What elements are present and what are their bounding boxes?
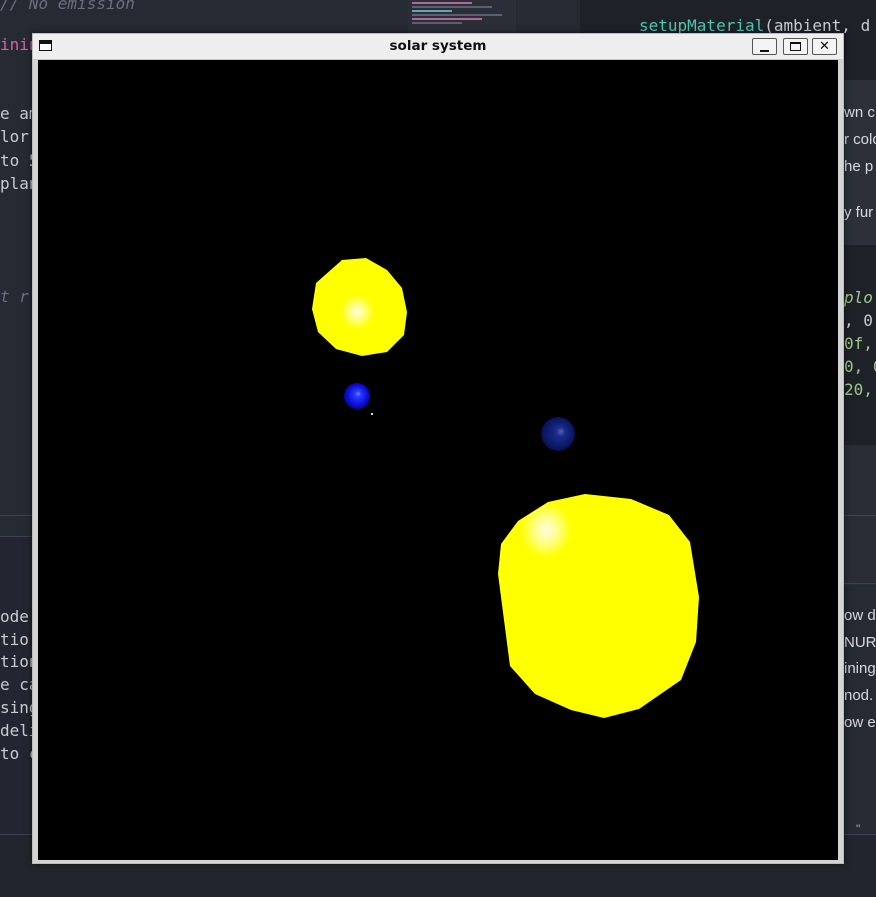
star-point: [371, 413, 373, 415]
opengl-canvas[interactable]: [38, 60, 838, 860]
code-line: plo: [844, 288, 873, 307]
close-button[interactable]: ✕: [812, 38, 837, 55]
doc-line: he p: [844, 158, 874, 175]
code-line: ode: [0, 607, 29, 626]
sun-large: [498, 494, 699, 718]
planet-blue-bright: [344, 383, 370, 409]
code-line: , 0,: [844, 311, 876, 330]
doc-line: nod.: [844, 687, 874, 704]
code-line: 20,: [844, 380, 873, 399]
code-line: 0, 0: [844, 357, 876, 376]
code-line: lor: [0, 127, 29, 146]
doc-line: NUR: [844, 634, 876, 651]
maximize-icon: [790, 42, 801, 51]
code-line: t r: [0, 287, 29, 306]
doc-line: r colo: [844, 131, 876, 148]
window-titlebar[interactable]: solar system ✕: [33, 34, 843, 60]
doc-line: ow d: [844, 607, 876, 624]
sun-small: [312, 258, 407, 356]
scene-svg: [312, 258, 699, 718]
minimize-button[interactable]: [752, 38, 777, 55]
doc-line: ining: [844, 660, 876, 677]
doc-line: y fur: [844, 204, 874, 221]
close-icon: ✕: [819, 39, 830, 54]
code-minimap[interactable]: [408, 0, 516, 36]
doc-line: ow e: [844, 714, 876, 731]
minimize-icon: [760, 49, 769, 52]
planet-blue-dark: [541, 417, 575, 451]
maximize-button[interactable]: [783, 38, 808, 55]
footer-glyph: ": [856, 822, 861, 836]
window-title: solar system: [389, 38, 487, 54]
doc-line: wn c: [844, 104, 875, 121]
app-window[interactable]: solar system ✕: [32, 33, 844, 864]
code-line: // No emission: [0, 0, 135, 13]
code-line: 0f,: [844, 334, 873, 353]
code-line: tio: [0, 630, 29, 649]
